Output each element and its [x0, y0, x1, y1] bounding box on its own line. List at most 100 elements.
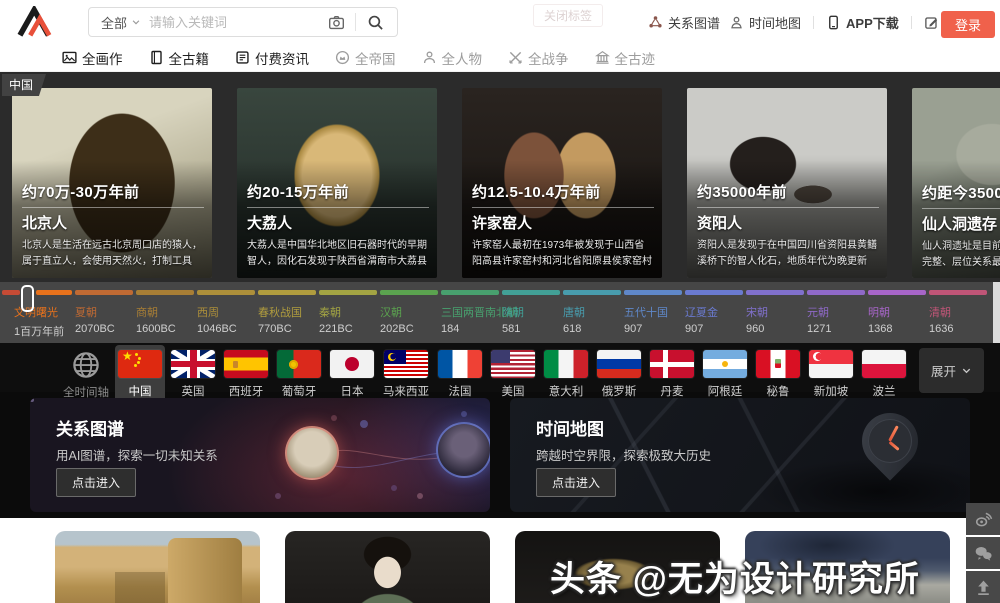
login-button[interactable]: 登录 — [941, 11, 995, 38]
timeline-period[interactable]: 辽夏金907 — [685, 290, 746, 339]
timeline-period[interactable]: 夏朝2070BC — [75, 290, 136, 339]
all-timeline-item[interactable]: 全时间轴 — [60, 345, 112, 405]
timeline-period[interactable]: 明朝1368 — [868, 290, 929, 339]
period-name: 唐朝 — [563, 304, 624, 320]
timeline-period[interactable]: 秦朝221BC — [319, 290, 380, 339]
relation-graph-card[interactable]: 关系图谱 用AI图谱，探索一切未知关系 点击进入 — [30, 398, 490, 512]
carousel-card[interactable]: 约35000年前资阳人资阳人是发现于在中国四川省资阳县黄鳝溪桥下的智人化石，地质… — [687, 88, 887, 278]
timeline-period[interactable]: 商朝1600BC — [136, 290, 197, 339]
timeline-period[interactable]: 三国两晋南北朝184 — [441, 290, 502, 339]
nav-item-6[interactable]: 全战争 — [508, 48, 569, 68]
timeline-period[interactable]: 春秋战国 770BC — [258, 290, 319, 339]
es-flag-icon — [224, 350, 268, 378]
country-my[interactable]: 马来西亚 — [380, 345, 432, 404]
country-sg[interactable]: 新加坡 — [806, 345, 856, 404]
carousel-card[interactable]: 约12.5-10.4万年前许家窑人许家窑人最初在1973年被发现于山西省阳高县许… — [462, 88, 662, 278]
timeline-period[interactable]: 清朝1636 — [929, 290, 990, 339]
country-fr[interactable]: 法国 — [435, 345, 485, 404]
ru-flag-icon — [597, 350, 641, 378]
us-flag-icon — [491, 350, 535, 378]
country-jp[interactable]: 日本 — [327, 345, 377, 404]
country-ar[interactable]: 阿根廷 — [700, 345, 750, 404]
timeline-period[interactable]: 元朝1271 — [807, 290, 868, 339]
carousel-cards: 约70万-30万年前北京人北京人是生活在远古北京周口店的猿人，属于直立人，会使用… — [0, 72, 1000, 278]
expand-button[interactable]: 展开 — [919, 348, 984, 393]
allhistory-logo[interactable] — [16, 6, 54, 38]
country-us[interactable]: 美国 — [488, 345, 538, 404]
gallery-card-figurine[interactable] — [285, 531, 490, 603]
timeline-period[interactable]: 隋朝581 — [502, 290, 563, 339]
search-icon[interactable] — [367, 14, 384, 31]
period-name: 春秋战国 — [258, 304, 319, 320]
nav-item-2[interactable]: 全古籍 — [149, 48, 210, 68]
enter-button[interactable]: 点击进入 — [536, 468, 616, 497]
period-bar — [685, 290, 743, 295]
period-bar — [319, 290, 377, 295]
country-label: 秘鲁 — [767, 383, 790, 399]
timeline-period[interactable]: 汉朝202BC — [380, 290, 441, 339]
search-input[interactable] — [149, 15, 318, 30]
nav-item-label: 全古迹 — [615, 48, 656, 68]
country-it[interactable]: 意大利 — [541, 345, 591, 404]
back-to-top-button[interactable] — [966, 571, 1000, 603]
timeline-period[interactable]: 唐朝618 — [563, 290, 624, 339]
carousel-card[interactable]: 约70万-30万年前北京人北京人是生活在远古北京周口店的猿人，属于直立人，会使用… — [12, 88, 212, 278]
card-description: 北京人是生活在远古北京周口店的猿人，属于直立人，会使用天然火，打制工具（石器）。 — [22, 238, 204, 271]
card-divider — [247, 207, 429, 208]
nav-item-label: 全画作 — [82, 48, 123, 68]
picture-icon — [62, 50, 77, 65]
wechat-button[interactable] — [966, 537, 1000, 569]
country-ru[interactable]: 俄罗斯 — [594, 345, 644, 404]
timeline-period[interactable]: 宋朝960 — [746, 290, 807, 339]
it-flag-icon — [544, 350, 588, 378]
period-year: 221BC — [319, 323, 380, 335]
country-pl[interactable]: 波兰 — [859, 345, 909, 404]
country-cn[interactable]: 中国 — [115, 345, 165, 404]
header-link-label: 关系图谱 — [668, 13, 720, 32]
nav-item-5[interactable]: 全人物 — [422, 48, 483, 68]
search-category-dropdown[interactable]: 全部 — [89, 13, 149, 32]
country-pe[interactable]: 秘鲁 — [753, 345, 803, 404]
period-name: 汉朝 — [380, 304, 441, 320]
country-selector: 全时间轴中国英国西班牙葡萄牙日本马来西亚法国美国意大利俄罗斯丹麦阿根廷秘鲁新加坡… — [0, 343, 1000, 392]
header-link-phone[interactable]: APP下载 — [826, 13, 899, 32]
card-title: 仙人洞遗存 — [922, 213, 1000, 234]
arrow-up-icon — [974, 578, 993, 597]
timeline-slider-handle[interactable] — [21, 285, 34, 312]
period-year: 1600BC — [136, 323, 197, 335]
country-label: 俄罗斯 — [602, 383, 637, 399]
period-year: 1368 — [868, 323, 929, 335]
country-pt[interactable]: 葡萄牙 — [274, 345, 324, 404]
watermark: 头条 @无为设计研究所 — [550, 551, 920, 602]
period-year: 907 — [624, 323, 685, 335]
country-gb[interactable]: 英国 — [168, 345, 218, 404]
nav-item-4[interactable]: 全帝国 — [335, 48, 396, 68]
period-year: 770BC — [258, 323, 319, 335]
header-link-label: APP下载 — [846, 13, 899, 32]
nav-item-1[interactable]: 全画作 — [62, 48, 123, 68]
timeline-period[interactable]: 五代十国907 — [624, 290, 685, 339]
period-bar — [36, 290, 72, 295]
nav-item-3[interactable]: 付费资讯 — [235, 48, 309, 68]
card-title: 大荔人 — [247, 212, 429, 233]
card-era: 约35000年前 — [697, 181, 879, 202]
time-map-card[interactable]: 时间地图 跨越时空界限，探索极致大历史 点击进入 — [510, 398, 970, 512]
header-link-relation[interactable]: 关系图谱 — [648, 13, 720, 32]
country-dk[interactable]: 丹麦 — [647, 345, 697, 404]
header-link-timemap[interactable]: 时间地图 — [729, 13, 801, 32]
period-bar — [807, 290, 865, 295]
country-es[interactable]: 西班牙 — [221, 345, 271, 404]
carousel-card[interactable]: 约距今35000年前仙人洞遗存仙人洞遗址是目前古人类遗存中年代最为完整、层位关系… — [912, 88, 1000, 278]
timeline-period[interactable]: 西周1046BC — [197, 290, 258, 339]
weibo-button[interactable] — [966, 503, 1000, 535]
gallery-card-egypt[interactable] — [55, 531, 260, 603]
timeline-periods: 文明曙光1百万年前夏朝2070BC商朝1600BC西周1046BC春秋战国770… — [0, 282, 1000, 339]
nav-item-7[interactable]: 全古迹 — [595, 48, 656, 68]
ar-flag-icon — [703, 350, 747, 378]
card-divider — [697, 207, 879, 208]
period-bar — [441, 290, 499, 295]
carousel-card[interactable]: 约20-15万年前大荔人大荔人是中国华北地区旧石器时代的早期智人，因化石发现于陕… — [237, 88, 437, 278]
camera-search-icon[interactable] — [328, 14, 345, 31]
chevron-down-icon — [131, 17, 141, 27]
carousel-card-text: 约20-15万年前大荔人大荔人是中国华北地区旧石器时代的早期智人，因化石发现于陕… — [247, 181, 429, 271]
